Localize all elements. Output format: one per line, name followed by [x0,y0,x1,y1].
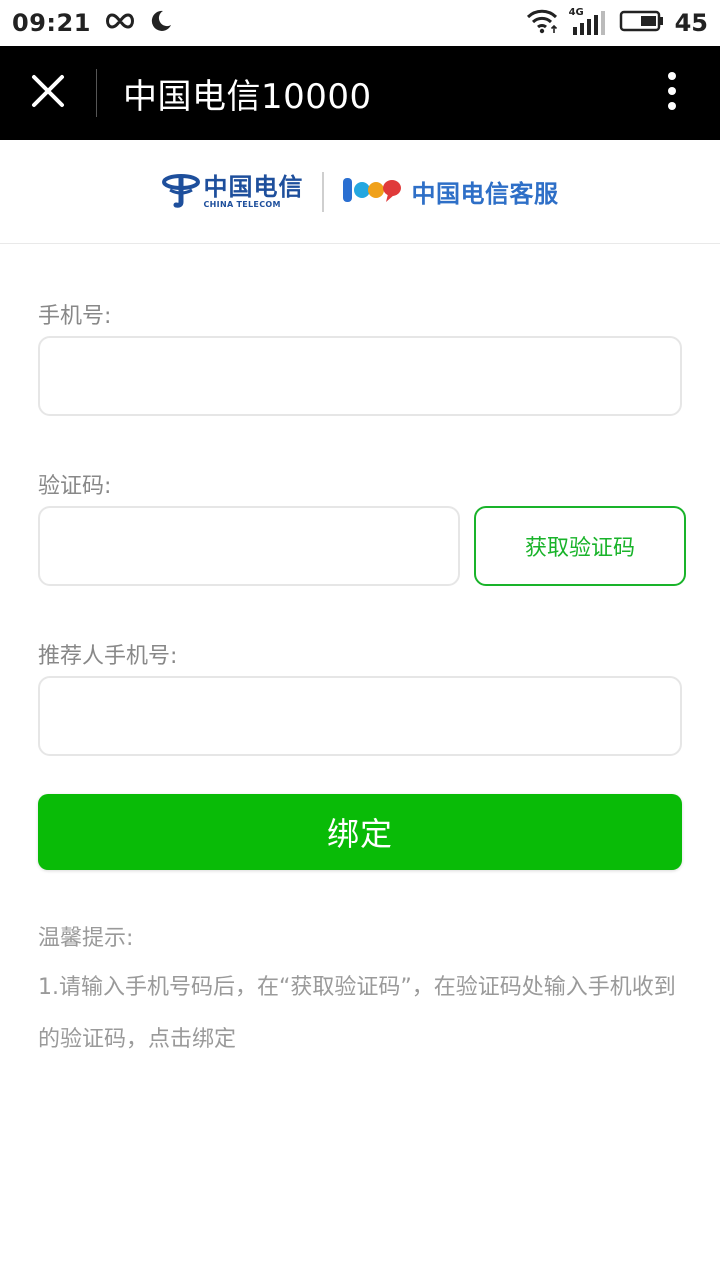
status-right: 4G 45 [525,7,708,38]
status-time: 09:21 [12,9,91,37]
china-telecom-wordmark: 中国电信 CHINA TELECOM [204,174,304,210]
more-button[interactable] [624,46,720,140]
signal-icon: 4G [569,7,609,37]
page: 09:21 4G 45 中国电信10000 中国电信 CHINA TELECOM… [0,0,720,1280]
china-telecom-emblem-icon [161,172,200,212]
tips-body: 1.请输入手机号码后，在“获取验证码”，在验证码处输入手机收到的验证码，点击绑定 [38,975,676,1052]
infinity-icon [103,11,137,35]
service-logo: 中国电信客服 [342,174,559,209]
status-left: 09:21 [12,9,173,37]
logo-separator [321,171,324,212]
battery-icon [619,9,665,37]
service-name: 中国电信客服 [411,180,559,208]
logo-banner: 中国电信 CHINA TELECOM 中国电信客服 [0,140,720,244]
close-button[interactable] [0,46,96,140]
phone-input[interactable] [38,336,682,416]
code-label: 验证码: [38,474,112,499]
get-code-button[interactable]: 获取验证码 [474,506,686,586]
bind-button[interactable]: 绑定 [38,794,682,870]
app-bar: 中国电信10000 [0,46,720,140]
page-title: 中国电信10000 [123,76,372,117]
china-telecom-logo: 中国电信 CHINA TELECOM [161,172,304,212]
brand-name-cn: 中国电信 [203,172,304,201]
app-bar-divider [96,69,97,117]
referrer-label: 推荐人手机号: [38,644,178,669]
more-vertical-icon [667,71,677,115]
code-input[interactable] [38,506,460,586]
referrer-phone-input[interactable] [38,676,682,756]
moon-icon [149,9,173,37]
tips-title: 温馨提示: [38,926,134,951]
status-bar: 09:21 4G 45 [0,0,720,46]
brand-name-en: CHINA TELECOM [203,199,281,209]
close-icon [30,73,66,113]
phone-label: 手机号: [38,304,112,329]
battery-level: 45 [674,9,708,37]
wifi-icon [525,8,559,38]
10000-emblem-icon [342,175,404,209]
